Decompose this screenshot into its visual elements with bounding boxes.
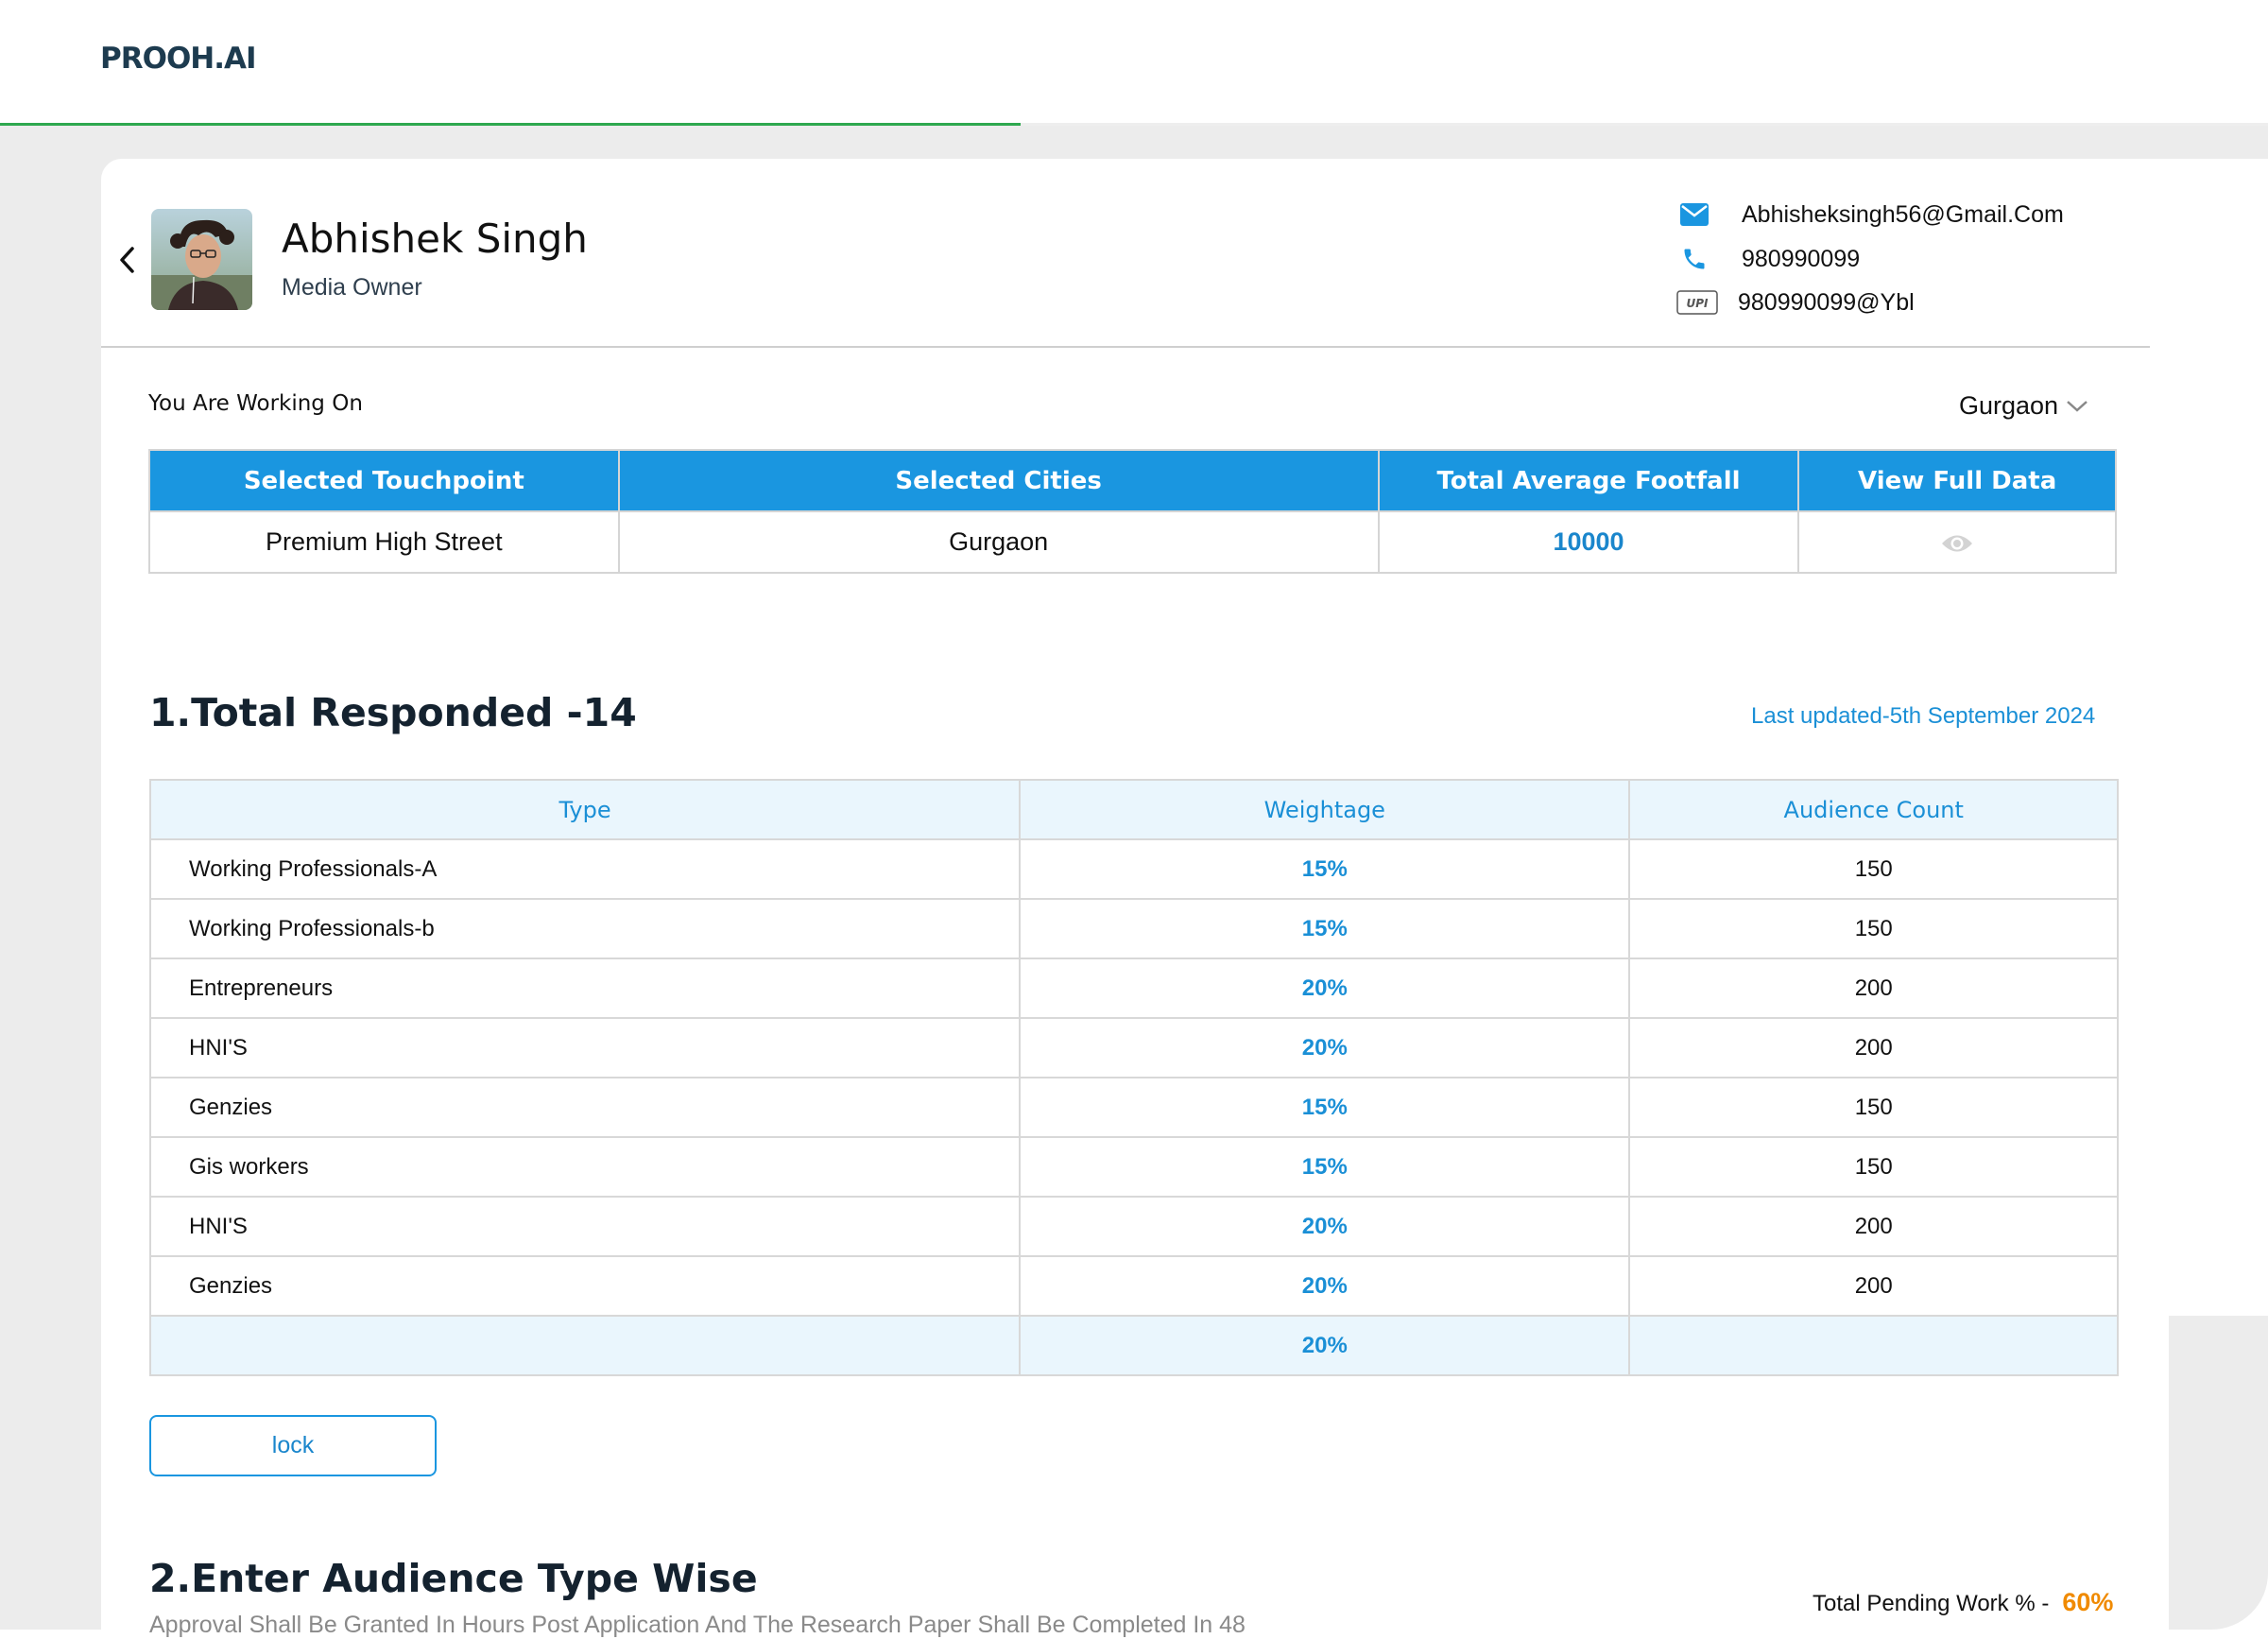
weightage-cell[interactable]: 15%: [1019, 1136, 1631, 1198]
summary-header-row: Selected Touchpoint Selected Cities Tota…: [148, 449, 2117, 512]
count-cell: 200: [1628, 1017, 2119, 1078]
eye-icon[interactable]: [1941, 531, 1973, 556]
footfall-cell: 10000: [1377, 510, 1800, 574]
table-row: Genzies 20% 200: [148, 1255, 2119, 1317]
last-updated: Last updated-5th September 2024: [1751, 703, 2096, 729]
upi-text[interactable]: 980990099@Ybl: [1738, 289, 1915, 317]
type-cell: Working Professionals-A: [148, 838, 1022, 900]
header-view-full-data: View Full Data: [1797, 449, 2117, 512]
weightage-cell[interactable]: 20%: [1019, 1255, 1631, 1317]
profile-divider: [101, 346, 2150, 348]
summary-table: Selected Touchpoint Selected Cities Tota…: [148, 449, 2117, 574]
table-footer-row: 20%: [148, 1315, 2119, 1376]
pending-work: Total Pending Work % - 60%: [1813, 1588, 2113, 1617]
count-cell: 150: [1628, 898, 2119, 959]
contact-email: Abhisheksingh56@Gmail.Com: [1680, 200, 2064, 229]
table-row: Gis workers 15% 150: [148, 1136, 2119, 1198]
type-cell: HNI'S: [148, 1017, 1022, 1078]
phone-icon: [1680, 245, 1709, 273]
chevron-down-icon: [2067, 400, 2088, 412]
weightage-cell[interactable]: 15%: [1019, 898, 1631, 959]
count-cell: 200: [1628, 958, 2119, 1019]
count-cell: 150: [1628, 1077, 2119, 1138]
table-row: Working Professionals-A 15% 150: [148, 838, 2119, 900]
count-cell: 200: [1628, 1196, 2119, 1257]
touchpoint-cell: Premium High Street: [148, 510, 620, 574]
header-audience-count: Audience Count: [1628, 779, 2119, 840]
working-on-label: You Are Working On: [148, 391, 363, 416]
approval-text: Approval Shall Be Granted In Hours Post …: [149, 1612, 1246, 1638]
audience-table: Type Weightage Audience Count Working Pr…: [148, 779, 2119, 1376]
count-cell: 150: [1628, 838, 2119, 900]
footer-empty-cell: [148, 1315, 1022, 1376]
logo[interactable]: PROOH.AI: [100, 42, 257, 76]
footer-weightage-total: 20%: [1019, 1315, 1631, 1376]
type-cell: Gis workers: [148, 1136, 1022, 1198]
pending-work-value: 60%: [2062, 1588, 2114, 1616]
email-text[interactable]: Abhisheksingh56@Gmail.Com: [1742, 201, 2064, 229]
city-dropdown-value: Gurgaon: [1959, 391, 2059, 420]
contact-phone: 980990099: [1680, 245, 1860, 273]
contact-upi: UPI 980990099@Ybl: [1676, 288, 1915, 317]
type-cell: Genzies: [148, 1255, 1022, 1317]
section2-title: 2.Enter Audience Type Wise: [149, 1556, 758, 1601]
weightage-cell[interactable]: 20%: [1019, 1017, 1631, 1078]
pending-work-label: Total Pending Work % -: [1813, 1591, 2050, 1616]
avatar: [151, 209, 252, 310]
table-row: HNI'S 20% 200: [148, 1017, 2119, 1078]
weightage-cell[interactable]: 20%: [1019, 958, 1631, 1019]
type-cell: Genzies: [148, 1077, 1022, 1138]
lock-button[interactable]: lock: [149, 1415, 437, 1476]
right-gutter: [2169, 1316, 2268, 1630]
top-bar: PROOH.AI: [0, 0, 2268, 126]
count-cell: 200: [1628, 1255, 2119, 1317]
header-type: Type: [148, 779, 1022, 840]
mail-icon: [1680, 200, 1709, 229]
upi-icon: UPI: [1676, 288, 1718, 317]
weightage-cell[interactable]: 20%: [1019, 1196, 1631, 1257]
summary-row: Premium High Street Gurgaon 10000: [148, 510, 2117, 574]
audience-header-row: Type Weightage Audience Count: [148, 779, 2119, 840]
table-row: HNI'S 20% 200: [148, 1196, 2119, 1257]
weightage-cell[interactable]: 15%: [1019, 1077, 1631, 1138]
table-row: Entrepreneurs 20% 200: [148, 958, 2119, 1019]
footer-empty-cell: [1628, 1315, 2119, 1376]
section1-title: 1.Total Responded -14: [149, 690, 637, 735]
profile-name: Abhishek Singh: [282, 216, 588, 262]
header-footfall: Total Average Footfall: [1377, 449, 1800, 512]
type-cell: Entrepreneurs: [148, 958, 1022, 1019]
phone-text[interactable]: 980990099: [1742, 246, 1860, 273]
weightage-cell[interactable]: 15%: [1019, 838, 1631, 900]
cities-cell: Gurgaon: [617, 510, 1380, 574]
header-touchpoint: Selected Touchpoint: [148, 449, 620, 512]
count-cell: 150: [1628, 1136, 2119, 1198]
header-cities: Selected Cities: [617, 449, 1380, 512]
type-cell: HNI'S: [148, 1196, 1022, 1257]
svg-text:UPI: UPI: [1686, 297, 1709, 310]
city-dropdown[interactable]: Gurgaon: [1959, 391, 2088, 421]
profile-role: Media Owner: [282, 274, 422, 301]
table-row: Working Professionals-b 15% 150: [148, 898, 2119, 959]
table-row: Genzies 15% 150: [148, 1077, 2119, 1138]
back-arrow-icon[interactable]: [115, 244, 140, 276]
header-weightage: Weightage: [1019, 779, 1631, 840]
type-cell: Working Professionals-b: [148, 898, 1022, 959]
view-data-cell: [1797, 510, 2117, 574]
